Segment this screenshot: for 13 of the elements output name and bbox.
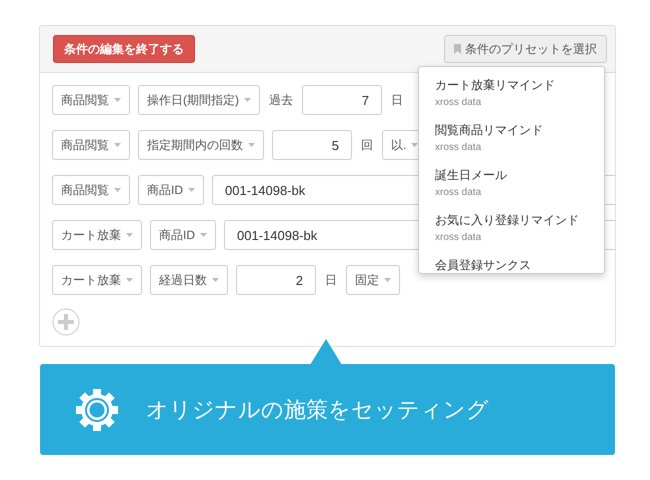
unit-label: 回 bbox=[360, 136, 374, 154]
preset-source: xross data bbox=[435, 187, 482, 198]
unit-label: 過去 bbox=[268, 92, 294, 108]
unit-label: 日 bbox=[324, 272, 338, 288]
preset-title: 閲覧商品リマインド bbox=[435, 122, 544, 139]
preset-source: xross data bbox=[435, 142, 482, 153]
preset-title: お気に入り登録リマインド bbox=[435, 212, 580, 229]
preset-source: xross data bbox=[435, 97, 482, 108]
preset-source: xross data bbox=[435, 232, 482, 243]
unit-label: 日 bbox=[390, 92, 404, 108]
preset-title: 会員登録サンクス bbox=[435, 257, 532, 273]
preset-title: カート放棄リマインド bbox=[435, 77, 556, 94]
callout-text: オリジナルの施策をセッティング bbox=[146, 396, 489, 424]
